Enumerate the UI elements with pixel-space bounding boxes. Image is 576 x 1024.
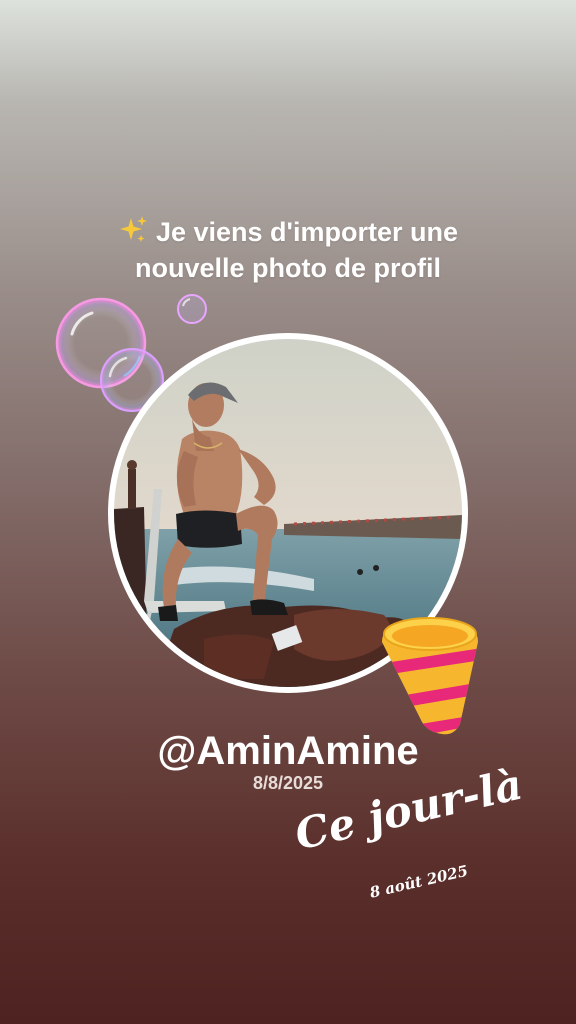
headline-text-1: Je viens d'importer une (155, 217, 458, 247)
headline-line-1: Je viens d'importer une (0, 214, 576, 250)
sparkles-icon (119, 216, 147, 242)
memory-date: 8 août 2025 (367, 861, 470, 902)
story-headline: Je viens d'importer une nouvelle photo d… (0, 214, 576, 286)
soap-bubble-small (177, 294, 207, 324)
headline-line-2: nouvelle photo de profil (135, 253, 441, 283)
party-horn-icon (382, 617, 478, 735)
